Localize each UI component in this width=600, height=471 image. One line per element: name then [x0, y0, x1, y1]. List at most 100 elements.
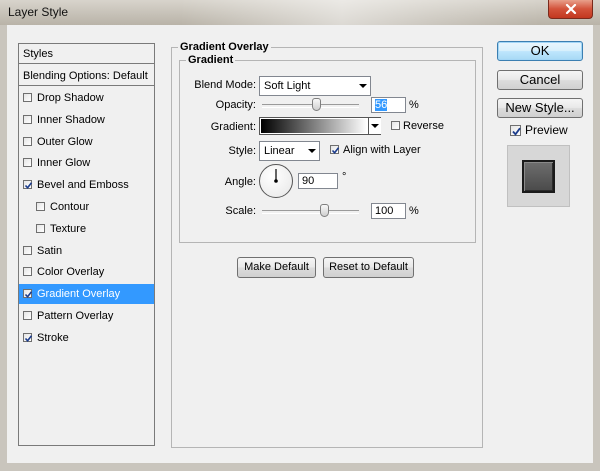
style-item-checkbox[interactable]: [23, 311, 32, 320]
opacity-input[interactable]: 56: [371, 97, 406, 113]
new-style-button[interactable]: New Style...: [497, 98, 583, 118]
angle-dial-needle-icon: [274, 169, 278, 183]
make-default-label: Make Default: [244, 261, 309, 273]
style-item-checkbox[interactable]: [23, 93, 32, 102]
scale-slider-track[interactable]: [262, 210, 359, 214]
style-item[interactable]: Gradient Overlay: [19, 284, 154, 305]
style-item-checkbox[interactable]: [23, 136, 32, 146]
chevron-down-icon: [371, 124, 379, 128]
align-with-layer-checkbox[interactable]: [330, 145, 340, 155]
chevron-down-icon: [359, 84, 367, 88]
style-item-checkbox[interactable]: [23, 289, 33, 299]
style-item[interactable]: Texture: [19, 219, 154, 239]
blending-options-label: Blending Options: Default: [23, 70, 148, 82]
gradient-picker[interactable]: [259, 117, 381, 135]
opacity-value: 56: [375, 99, 388, 111]
gradient-swatch[interactable]: [261, 119, 367, 133]
gradient-subgroup-title: Gradient: [186, 54, 236, 66]
layer-style-window: Layer Style Styles Blending Options: Def…: [0, 0, 600, 471]
style-item[interactable]: Bevel and Emboss: [19, 175, 154, 195]
style-item-checkbox[interactable]: [36, 223, 45, 233]
reset-to-default-label: Reset to Default: [329, 261, 408, 273]
style-item-checkbox[interactable]: [23, 267, 32, 277]
gradient-dropdown-button[interactable]: [368, 118, 381, 134]
style-value: Linear: [264, 145, 295, 157]
style-item-checkbox[interactable]: [23, 158, 32, 168]
style-item[interactable]: Inner Glow: [19, 153, 154, 173]
blend-mode-select[interactable]: Soft Light: [259, 76, 371, 96]
style-item[interactable]: Contour: [19, 197, 154, 217]
styles-header-label: Styles: [23, 48, 53, 60]
style-item-label: Bevel and Emboss: [37, 179, 129, 192]
angle-unit: °: [342, 171, 347, 183]
make-default-button[interactable]: Make Default: [237, 257, 316, 278]
dialog-body: Styles Blending Options: Default Drop Sh…: [7, 25, 593, 463]
style-item[interactable]: Drop Shadow: [19, 88, 154, 108]
gradient-label: Gradient:: [210, 121, 256, 133]
scale-label: Scale:: [225, 205, 256, 217]
scale-unit: %: [409, 205, 419, 217]
cancel-label: Cancel: [519, 72, 561, 87]
scale-value: 100: [375, 205, 394, 217]
close-button[interactable]: [548, 0, 593, 19]
style-label: Style:: [228, 145, 256, 157]
check-icon: [24, 335, 33, 342]
style-item-label: Inner Shadow: [37, 113, 105, 126]
gradient-subgroup: Gradient Blend Mode: Soft Light Opacity:…: [179, 54, 476, 243]
style-select[interactable]: Linear: [259, 141, 320, 161]
title-bar[interactable]: Layer Style: [0, 0, 600, 25]
style-item-checkbox[interactable]: [23, 114, 32, 124]
style-item-label: Inner Glow: [37, 157, 91, 170]
style-item-checkbox[interactable]: [23, 180, 33, 190]
blending-options-item[interactable]: Blending Options: Default: [19, 66, 154, 86]
style-item[interactable]: Outer Glow: [19, 132, 154, 152]
style-item-label: Outer Glow: [37, 135, 93, 148]
style-item-label: Contour: [50, 201, 90, 213]
style-item[interactable]: Inner Shadow: [19, 110, 154, 130]
opacity-slider-thumb[interactable]: [311, 98, 321, 111]
style-item[interactable]: Color Overlay: [19, 262, 154, 282]
style-item-label: Pattern Overlay: [37, 310, 114, 322]
window-bottom-frame: [0, 463, 600, 471]
align-with-layer-label: Align with Layer: [343, 144, 421, 156]
style-item-label: Color Overlay: [37, 266, 105, 279]
styles-header[interactable]: Styles: [19, 44, 154, 64]
title-bar-glare: [180, 0, 540, 25]
chevron-down-icon: [308, 149, 316, 153]
scale-input[interactable]: 100: [371, 203, 406, 219]
ok-button[interactable]: OK: [497, 41, 583, 61]
preview-checkbox[interactable]: [510, 125, 521, 136]
style-item[interactable]: Pattern Overlay: [19, 306, 154, 326]
scale-slider-thumb[interactable]: [319, 204, 329, 217]
style-item-label: Satin: [37, 244, 63, 257]
preview-label: Preview: [525, 123, 568, 137]
style-preview-box: [507, 145, 570, 207]
reset-to-default-button[interactable]: Reset to Default: [323, 257, 414, 278]
new-style-label: New Style...: [505, 100, 575, 115]
angle-input[interactable]: 90: [298, 173, 338, 189]
blend-mode-value: Soft Light: [264, 80, 311, 92]
style-item-label: Texture: [50, 222, 87, 235]
style-item-label: Gradient Overlay: [37, 288, 121, 301]
opacity-slider-track[interactable]: [262, 104, 359, 108]
style-item-label: Stroke: [37, 331, 69, 344]
check-icon: [331, 147, 340, 155]
style-item[interactable]: Satin: [19, 241, 154, 261]
style-item-checkbox[interactable]: [23, 245, 32, 255]
check-icon: [512, 127, 521, 136]
close-icon: [565, 4, 577, 14]
reverse-checkbox[interactable]: [391, 121, 400, 130]
style-item-label: Drop Shadow: [37, 92, 104, 104]
check-icon: [24, 291, 33, 299]
angle-dial[interactable]: [259, 164, 293, 198]
check-icon: [24, 182, 33, 190]
window-title: Layer Style: [8, 5, 69, 19]
styles-list: Styles Blending Options: Default Drop Sh…: [18, 43, 155, 446]
opacity-unit: %: [409, 99, 419, 111]
style-item-checkbox[interactable]: [36, 202, 45, 211]
angle-value: 90: [302, 175, 315, 187]
style-item-checkbox[interactable]: [23, 332, 33, 342]
cancel-button[interactable]: Cancel: [497, 70, 583, 90]
style-item[interactable]: Stroke: [19, 328, 154, 348]
style-preview-swatch: [522, 160, 555, 193]
